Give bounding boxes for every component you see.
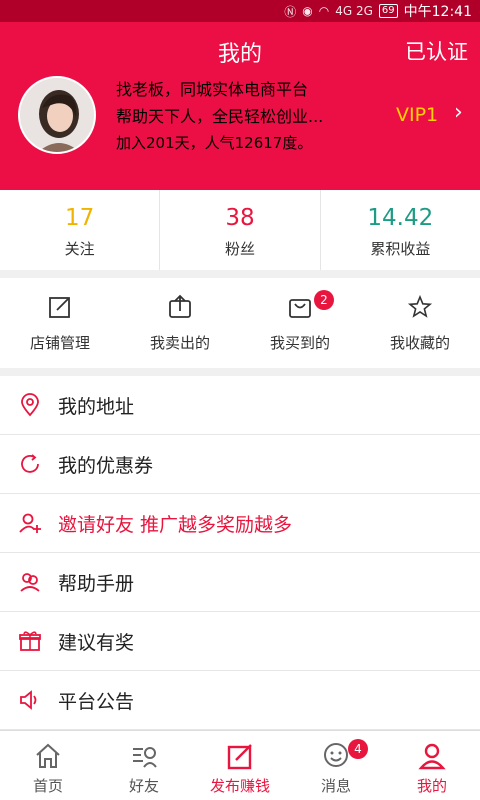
menu-item-invite[interactable]: 邀请好友 推广越多奖励越多 [0, 494, 480, 553]
verified-button[interactable]: 已认证 [405, 36, 468, 66]
menu-item-help[interactable]: 帮助手册 [0, 553, 480, 612]
shortcut-label: 我卖出的 [149, 334, 210, 352]
network-label: 4G 2G [335, 4, 373, 18]
wifi-icon: ◠ [318, 4, 330, 18]
eye-icon: ◉ [302, 4, 313, 18]
help-users-icon [20, 573, 40, 592]
shortcut-shop-manage[interactable]: 店铺管理 [0, 278, 120, 368]
tab-mine[interactable]: 我的 [384, 731, 480, 800]
stat-label: 关注 [64, 240, 95, 258]
gift-icon [19, 631, 41, 651]
tab-label: 首页 [32, 777, 63, 795]
home-icon [36, 743, 60, 768]
publish-edit-icon [227, 744, 252, 770]
status-bar: Ⓝ ◉ ◠ 4G 2G 69 中午12:41 [0, 0, 480, 22]
shopping-bag-icon [289, 299, 311, 318]
tab-label: 我的 [416, 777, 447, 795]
stat-label: 粉丝 [224, 240, 255, 258]
status-time: 中午12:41 [403, 4, 472, 20]
stat-earnings[interactable]: 14.42 累积收益 [321, 190, 480, 270]
menu-item-coupons[interactable]: 我的优惠券 [0, 435, 480, 494]
profile-line-1: 找老板，同城实体电商平台 [116, 80, 309, 99]
menu-item-label: 邀请好友 推广越多奖励越多 [58, 513, 293, 536]
shortcut-label: 我买到的 [269, 334, 330, 352]
stat-value: 17 [65, 205, 95, 231]
divider [0, 270, 480, 278]
shortcut-sold[interactable]: 我卖出的 [120, 278, 240, 368]
tab-label: 发布赚钱 [209, 777, 270, 795]
tab-label: 好友 [128, 777, 159, 795]
chat-icon [324, 743, 348, 767]
tab-label: 消息 [320, 777, 351, 795]
tab-home[interactable]: 首页 [0, 731, 96, 800]
stat-value: 14.42 [367, 205, 434, 231]
notification-badge: 4 [348, 739, 368, 759]
share-upload-icon [169, 294, 191, 318]
chevron-right-icon[interactable]: › [454, 100, 463, 125]
battery-indicator: 69 [378, 4, 398, 18]
user-icon [418, 743, 446, 770]
stats-row: 17 关注 38 粉丝 14.42 累积收益 [0, 190, 480, 270]
star-icon [407, 294, 433, 318]
tab-publish[interactable]: 发布赚钱 [192, 731, 288, 800]
shortcut-favorites[interactable]: 我收藏的 [360, 278, 480, 368]
friends-list-icon [133, 747, 157, 768]
menu-item-label: 建议有奖 [58, 631, 135, 654]
location-pin-icon [21, 393, 39, 417]
menu-item-address[interactable]: 我的地址 [0, 376, 480, 435]
tab-messages[interactable]: 消息 4 [288, 731, 384, 800]
stat-label: 累积收益 [370, 240, 431, 258]
shortcut-bought[interactable]: 我买到的 2 [240, 278, 360, 368]
menu-item-suggestion[interactable]: 建议有奖 [0, 612, 480, 671]
shortcut-label: 店铺管理 [29, 334, 90, 352]
profile-line-3: 加入201天，人气12617度。 [116, 134, 313, 152]
profile-info[interactable]: 找老板，同城实体电商平台 帮助天下人，全民轻松创业... 加入201天，人气12… [116, 76, 376, 157]
speaker-icon [20, 690, 37, 710]
stat-fans[interactable]: 38 粉丝 [160, 190, 321, 270]
stat-value: 38 [225, 205, 255, 231]
notification-badge: 2 [314, 290, 334, 310]
bottom-tab-bar: 首页 好友 发布赚钱 消息 4 我的 [0, 730, 480, 800]
tab-friends[interactable]: 好友 [96, 731, 192, 800]
menu-item-announcement[interactable]: 平台公告 [0, 671, 480, 730]
menu-list: 我的地址 我的优惠券 邀请好友 推广越多奖励越多 帮助手册 建议有奖 平台公告 [0, 376, 480, 730]
avatar[interactable] [18, 76, 96, 154]
add-user-icon [19, 513, 41, 533]
vip-level[interactable]: VIP1 [396, 104, 438, 126]
profile-line-2: 帮助天下人，全民轻松创业... [116, 107, 324, 126]
order-shortcuts: 店铺管理 我卖出的 我买到的 2 我收藏的 [0, 278, 480, 368]
stat-following[interactable]: 17 关注 [0, 190, 161, 270]
shortcut-label: 我收藏的 [389, 334, 450, 352]
menu-item-label: 帮助手册 [58, 572, 135, 595]
coupon-refresh-icon [21, 454, 39, 473]
menu-item-label: 我的地址 [58, 395, 135, 418]
divider [0, 368, 480, 376]
menu-item-label: 我的优惠券 [58, 454, 154, 477]
nfc-icon: Ⓝ [284, 4, 297, 19]
edit-square-icon [49, 297, 70, 318]
menu-item-label: 平台公告 [58, 690, 135, 713]
